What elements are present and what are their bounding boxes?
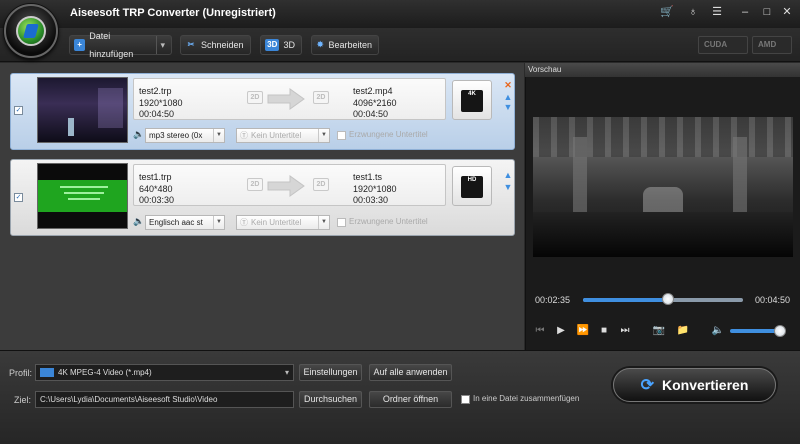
skip-back-icon[interactable]: ⏮ [533, 325, 547, 337]
settings-button[interactable]: Einstellungen [299, 364, 362, 381]
item-checkbox[interactable]: ✓ [14, 193, 23, 202]
maximize-button[interactable]: □ [760, 6, 774, 18]
help-icon[interactable]: ♁ [686, 6, 700, 18]
volume-icon[interactable]: 🔈 [711, 325, 725, 337]
source-resolution: 640*480 [139, 184, 173, 194]
source-duration: 00:04:50 [139, 109, 175, 119]
forced-subtitle-checkbox[interactable] [337, 218, 346, 227]
close-button[interactable]: ✕ [780, 6, 794, 18]
cut-button[interactable]: ✂ Schneiden [180, 35, 251, 55]
folder-icon[interactable]: 📁 [676, 325, 690, 337]
chevron-down-icon: ▼ [318, 216, 329, 229]
source-name: test1.trp [139, 172, 172, 182]
profile-label: Profil: [9, 368, 33, 378]
mode-badge-left: 2D [247, 91, 263, 104]
profile-select[interactable]: 4K MPEG-4 Video (*.mp4) ▾ [35, 364, 294, 381]
target-name: test1.ts [353, 172, 383, 182]
move-up-icon[interactable]: ▲ [503, 170, 513, 180]
convert-arrow-icon [267, 88, 305, 110]
destination-input[interactable]: C:\Users\Lydia\Documents\Aiseesoft Studi… [35, 391, 294, 408]
format-icon: 4K [461, 90, 483, 112]
chevron-down-icon: ▼ [318, 129, 329, 142]
cart-icon[interactable]: 🛒 [660, 6, 674, 18]
stop-icon[interactable]: ■ [597, 325, 611, 337]
source-name: test2.trp [139, 86, 172, 96]
effects-icon: ✸ [316, 40, 324, 49]
amd-badge: AMD [752, 36, 792, 54]
forced-subtitle-checkbox[interactable] [337, 131, 346, 140]
window-title: Aiseesoft TRP Converter (Unregistriert) [70, 7, 276, 19]
volume-slider[interactable] [730, 329, 781, 333]
move-down-icon[interactable]: ▼ [503, 182, 513, 192]
merge-label: In eine Datei zusammenfügen [473, 394, 580, 403]
fast-forward-icon[interactable]: ⏩ [576, 325, 590, 337]
speaker-icon: 🔈 [133, 216, 145, 226]
total-time: 00:04:50 [755, 295, 791, 305]
preview-video[interactable] [533, 117, 793, 257]
add-file-icon: + [74, 39, 86, 51]
move-down-icon[interactable]: ▼ [503, 102, 513, 112]
target-resolution: 1920*1080 [353, 184, 397, 194]
seek-bar-progress [583, 298, 668, 302]
3d-icon: 3D [265, 39, 280, 51]
target-duration: 00:03:30 [353, 195, 389, 205]
open-folder-button[interactable]: Ordner öffnen [369, 391, 452, 408]
source-resolution: 1920*1080 [139, 98, 183, 108]
subtitle-select[interactable]: Ⓣ Kein Untertitel ▼ [236, 215, 330, 230]
skip-forward-icon[interactable]: ⏭ [618, 325, 632, 337]
item-checkbox[interactable]: ✓ [14, 106, 23, 115]
add-file-button[interactable]: + Datei hinzufügen ▾ [69, 31, 172, 59]
play-icon[interactable]: ▶ [554, 325, 568, 337]
forced-subtitle-label: Erzwungene Untertitel [349, 217, 428, 226]
app-logo [4, 4, 58, 58]
convert-button[interactable]: ⟳ Konvertieren [613, 368, 776, 402]
mode-badge-right: 2D [313, 178, 329, 191]
target-duration: 00:04:50 [353, 109, 389, 119]
3d-button[interactable]: 3D 3D [260, 35, 302, 55]
snapshot-icon[interactable]: 📷 [652, 325, 666, 337]
mode-badge-right: 2D [313, 91, 329, 104]
move-up-icon[interactable]: ▲ [503, 92, 513, 102]
target-resolution: 4096*2160 [353, 98, 397, 108]
menu-icon[interactable]: ☰ [710, 6, 724, 18]
scissors-icon: ✂ [187, 40, 195, 49]
mode-badge-left: 2D [247, 178, 263, 191]
refresh-icon: ⟳ [640, 377, 655, 394]
video-thumbnail[interactable] [37, 77, 128, 143]
forced-subtitle-label: Erzwungene Untertitel [349, 130, 428, 139]
audio-track-select[interactable]: mp3 stereo (0x ▼ [145, 128, 225, 143]
audio-track-select[interactable]: Englisch aac st ▼ [145, 215, 225, 230]
apply-all-button[interactable]: Auf alle anwenden [369, 364, 452, 381]
cuda-badge: CUDA [698, 36, 748, 54]
format-icon: HD [461, 176, 483, 198]
chevron-down-icon[interactable]: ▾ [156, 36, 165, 54]
speaker-icon: 🔈 [133, 129, 145, 139]
seek-handle[interactable] [661, 293, 674, 305]
target-name: test2.mp4 [353, 86, 393, 96]
merge-checkbox[interactable] [461, 395, 470, 404]
output-format-button[interactable]: 4K [452, 80, 492, 120]
profile-format-icon [40, 368, 54, 378]
chevron-down-icon: ▼ [213, 216, 224, 229]
subtitle-select[interactable]: Ⓣ Kein Untertitel ▼ [236, 128, 330, 143]
edit-button[interactable]: ✸ Bearbeiten [311, 35, 379, 55]
convert-arrow-icon [267, 175, 305, 197]
video-thumbnail[interactable] [37, 163, 128, 229]
current-time: 00:02:35 [535, 295, 571, 305]
browse-button[interactable]: Durchsuchen [299, 391, 362, 408]
source-duration: 00:03:30 [139, 195, 175, 205]
chevron-down-icon: ▾ [284, 368, 289, 377]
output-format-button[interactable]: HD [452, 166, 492, 206]
minimize-button[interactable]: – [738, 6, 752, 18]
remove-icon[interactable]: ✕ [503, 80, 513, 90]
chevron-down-icon: ▼ [213, 129, 224, 142]
destination-label: Ziel: [14, 395, 32, 405]
preview-label: Vorschau [525, 63, 800, 77]
